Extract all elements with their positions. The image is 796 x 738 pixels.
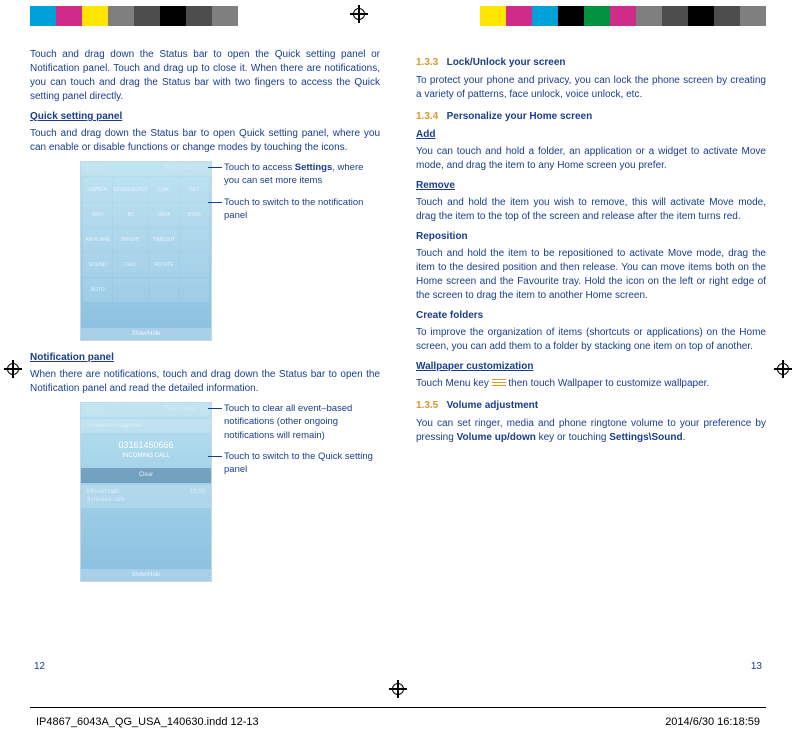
quick-callout-settings: Touch to access Settings, where you can … — [222, 161, 380, 188]
page-13: 1.3.3 Lock/Unlock your screen To protect… — [416, 48, 766, 592]
quick-callout-switch: Touch to switch to the notification pane… — [222, 196, 380, 223]
folders-body: To improve the organization of items (sh… — [416, 326, 766, 354]
quick-setting-screenshot: 18:11THU, MAY 15 OWNERSCREENSHOTLINKSET … — [80, 161, 212, 341]
registration-left — [4, 360, 22, 378]
intro-text: Touch and drag down the Status bar to op… — [30, 48, 380, 104]
notif-callout-clear: Touch to clear all event–based notificat… — [222, 402, 380, 442]
page-number-right: 13 — [751, 661, 762, 672]
quick-setting-figure: 18:11THU, MAY 15 OWNERSCREENSHOTLINKSET … — [30, 161, 380, 341]
wallpaper-heading: Wallpaper customization — [416, 360, 766, 374]
indesign-filename: IP4867_6043A_QG_USA_140630.indd 12-13 — [36, 716, 259, 728]
notification-screenshot: 18:11THU, MAY 15 Screenshot captured 031… — [80, 402, 212, 582]
notification-heading: Notification panel — [30, 351, 380, 365]
wallpaper-body: Touch Menu key then touch Wallpaper to c… — [416, 377, 766, 391]
registration-top — [0, 0, 796, 28]
page-number-left: 12 — [34, 661, 45, 672]
color-bar-left — [30, 6, 238, 26]
quick-setting-heading: Quick setting panel — [30, 110, 380, 124]
footer-rule — [30, 707, 766, 708]
timestamp: 2014/6/30 16:18:59 — [665, 716, 760, 728]
registration-cross-top — [350, 5, 368, 23]
section-1.3.3: 1.3.3 Lock/Unlock your screen — [416, 56, 766, 70]
color-bar-right — [480, 6, 766, 26]
reposition-body: Touch and hold the item to be reposition… — [416, 247, 766, 303]
mock-time: 18:11 — [85, 164, 102, 174]
page-12: Touch and drag down the Status bar to op… — [30, 48, 380, 592]
notif-callout-switch: Touch to switch to the Quick setting pan… — [222, 450, 380, 477]
add-body: You can touch and hold a folder, an appl… — [416, 145, 766, 173]
notification-figure: 18:11THU, MAY 15 Screenshot captured 031… — [30, 402, 380, 582]
section-1.3.5: 1.3.5 Volume adjustment — [416, 399, 766, 413]
registration-bottom — [0, 680, 796, 698]
s135-body: You can set ringer, media and phone ring… — [416, 417, 766, 445]
reposition-heading: Reposition — [416, 230, 766, 244]
folders-heading: Create folders — [416, 309, 766, 323]
remove-heading: Remove — [416, 179, 766, 193]
menu-key-icon — [492, 379, 506, 387]
notification-body: When there are notifications, touch and … — [30, 368, 380, 396]
mock-date: THU, MAY 15 — [164, 164, 207, 174]
remove-body: Touch and hold the item you wish to remo… — [416, 196, 766, 224]
s133-body: To protect your phone and privacy, you c… — [416, 74, 766, 102]
registration-right — [774, 360, 792, 378]
quick-setting-body: Touch and drag down the Status bar to op… — [30, 127, 380, 155]
section-1.3.4: 1.3.4 Personalize your Home screen — [416, 110, 766, 124]
add-heading: Add — [416, 128, 766, 142]
